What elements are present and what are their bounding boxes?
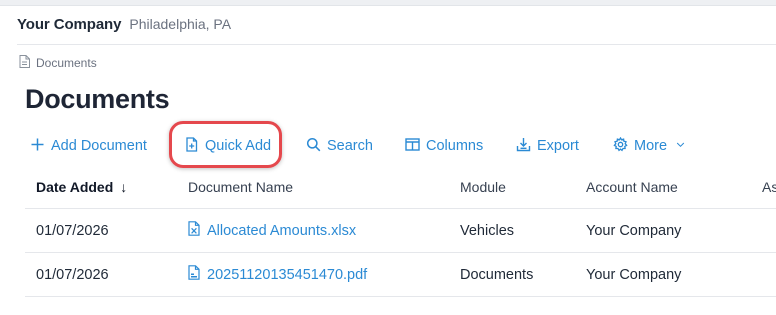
column-header-truncated[interactable]: As: [762, 166, 776, 208]
document-name-text: Allocated Amounts.xlsx: [207, 222, 357, 239]
document-name-cell: Allocated Amounts.xlsx: [188, 209, 356, 252]
column-header-module[interactable]: Module: [460, 166, 506, 208]
document-name-cell: 20251120135451470.pdf: [188, 253, 367, 296]
breadcrumb-item-documents[interactable]: Documents: [36, 56, 97, 70]
plus-icon: [30, 137, 45, 156]
company-name[interactable]: Your Company: [17, 16, 121, 33]
document-link[interactable]: 20251120135451470.pdf: [188, 265, 367, 284]
search-icon: [306, 137, 321, 156]
spreadsheet-file-icon: [188, 221, 200, 240]
columns-icon: [405, 137, 420, 156]
header-divider: [17, 44, 776, 45]
file-plus-icon: [184, 136, 199, 156]
column-header-date-added[interactable]: Date Added ↓: [36, 166, 127, 208]
column-header-label: Date Added: [36, 179, 114, 195]
pdf-file-icon: [188, 265, 200, 284]
date-added-cell: 01/07/2026: [36, 266, 109, 283]
gear-icon: [613, 136, 628, 156]
columns-label: Columns: [426, 138, 484, 154]
more-label: More: [634, 138, 668, 154]
date-added-cell: 01/07/2026: [36, 222, 109, 239]
module-cell: Vehicles: [460, 222, 515, 239]
documents-table: Date Added ↓ Document Name Module Accoun…: [25, 166, 776, 297]
top-strip: [0, 0, 776, 6]
chevron-down-icon: [673, 138, 686, 154]
account-name-cell: Your Company: [586, 266, 682, 283]
page-title: Documents: [25, 84, 170, 114]
module-cell: Documents: [460, 266, 534, 283]
export-icon: [516, 137, 531, 156]
document-name-text: 20251120135451470.pdf: [207, 266, 368, 283]
column-header-document-name[interactable]: Document Name: [188, 166, 293, 208]
add-document-label: Add Document: [51, 138, 147, 154]
table-header-row: Date Added ↓ Document Name Module Accoun…: [25, 166, 776, 209]
column-header-account-name[interactable]: Account Name: [586, 166, 678, 208]
add-document-button[interactable]: Add Document: [30, 137, 182, 156]
toolbar: Add Document Quick Add Search Columns Ex…: [30, 135, 703, 157]
account-name-cell: Your Company: [586, 222, 682, 239]
table-row[interactable]: 01/07/2026 Allocated Amounts.xlsx Vehicl…: [25, 209, 776, 253]
export-button[interactable]: Export: [516, 137, 613, 156]
columns-button[interactable]: Columns: [405, 137, 516, 156]
company-location: Philadelphia, PA: [129, 16, 232, 32]
sort-descending-icon: ↓: [120, 179, 128, 195]
quick-add-label: Quick Add: [205, 138, 272, 154]
table-row[interactable]: 01/07/2026 20251120135451470.pdf Documen…: [25, 253, 776, 297]
quick-add-button[interactable]: Quick Add: [182, 136, 306, 156]
document-link[interactable]: Allocated Amounts.xlsx: [188, 221, 356, 240]
search-label: Search: [327, 138, 373, 154]
breadcrumb: Documents: [19, 55, 97, 71]
search-button[interactable]: Search: [306, 137, 405, 156]
company-header: Your Company Philadelphia, PA: [17, 16, 231, 33]
more-button[interactable]: More: [613, 136, 703, 156]
document-icon: [19, 55, 30, 71]
export-label: Export: [537, 138, 579, 154]
